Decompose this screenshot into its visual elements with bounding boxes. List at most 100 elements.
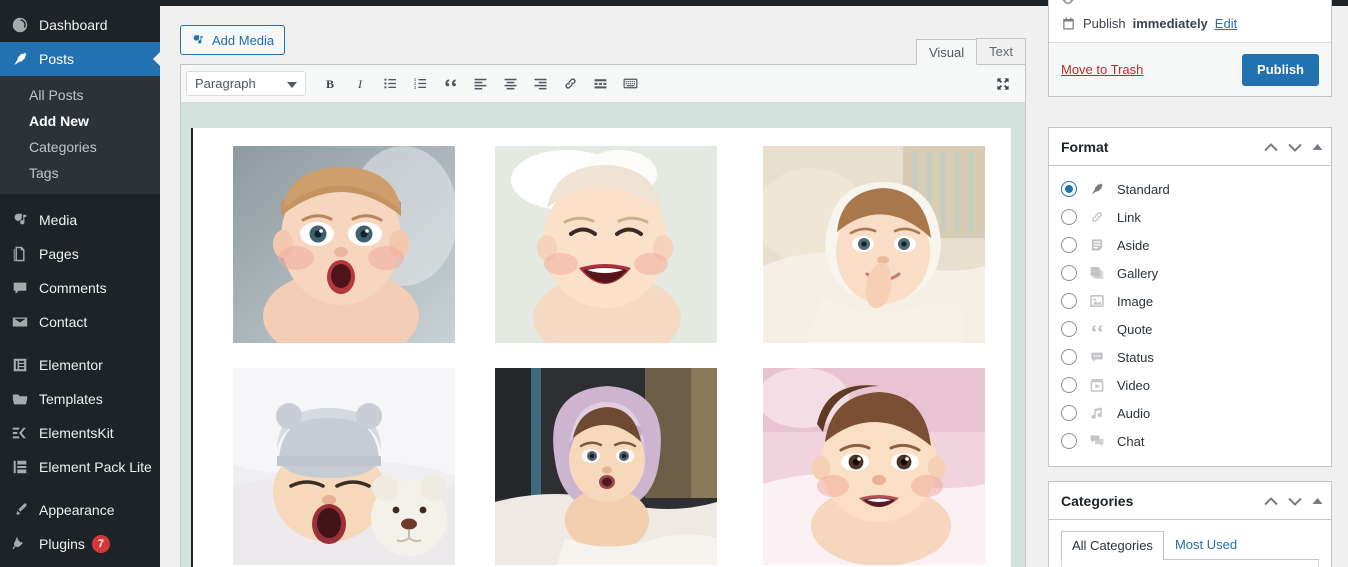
toggle-panel-icon[interactable] — [1312, 497, 1323, 505]
sidebar-item-pages[interactable]: Pages — [0, 237, 160, 271]
format-radio[interactable] — [1061, 377, 1077, 393]
calendar-icon — [1061, 16, 1076, 31]
categories-metabox-title: Categories — [1061, 492, 1134, 509]
add-media-button[interactable]: Add Media — [180, 25, 286, 55]
gallery-image-6[interactable] — [763, 368, 985, 565]
sidebar-item-element-pack-lite[interactable]: Element Pack Lite — [0, 450, 160, 484]
envelope-icon — [10, 312, 30, 332]
sidebar-item-label: Dashboard — [39, 17, 108, 33]
move-up-icon[interactable] — [1264, 142, 1278, 152]
format-option-standard[interactable]: Standard — [1061, 175, 1319, 203]
publish-status-row-cut — [1049, 0, 1331, 7]
publish-schedule-prefix: Publish — [1083, 16, 1126, 31]
sidebar-item-categories[interactable]: Categories — [0, 134, 160, 160]
sidebar-item-contact[interactable]: Contact — [0, 305, 160, 339]
tab-visual[interactable]: Visual — [915, 39, 978, 65]
svg-text:3: 3 — [413, 85, 416, 90]
gallery-image-1[interactable] — [233, 146, 455, 343]
format-radio[interactable] — [1061, 433, 1077, 449]
format-radio[interactable] — [1061, 181, 1077, 197]
edit-schedule-link[interactable]: Edit — [1215, 16, 1237, 31]
sidebar-item-media[interactable]: Media — [0, 203, 160, 237]
gallery-image-3[interactable] — [763, 146, 985, 343]
plugins-update-badge: 7 — [91, 535, 110, 553]
sidebar-item-all-posts[interactable]: All Posts — [0, 82, 160, 108]
tab-text[interactable]: Text — [976, 38, 1026, 64]
format-option-video[interactable]: Video — [1061, 371, 1319, 399]
numbered-list-button[interactable]: 123 — [406, 70, 434, 98]
distraction-free-button[interactable] — [989, 70, 1017, 98]
video-icon — [1087, 375, 1107, 395]
align-center-button[interactable] — [496, 70, 524, 98]
editor-formatting-toolbar: Paragraph B I 123 — [180, 64, 1026, 103]
format-option-chat[interactable]: Chat — [1061, 427, 1319, 455]
sidebar-item-label: Comments — [39, 280, 107, 296]
sidebar-item-elementskit[interactable]: ElementsKit — [0, 416, 160, 450]
plug-icon — [10, 534, 30, 554]
format-option-label: Video — [1117, 377, 1151, 393]
move-down-icon[interactable] — [1288, 143, 1302, 152]
blockquote-button[interactable] — [436, 70, 464, 98]
sidebar-item-tags[interactable]: Tags — [0, 160, 160, 186]
folder-icon — [10, 389, 30, 409]
publish-schedule-row: Publish immediately Edit — [1049, 7, 1331, 42]
align-right-button[interactable] — [526, 70, 554, 98]
format-option-quote[interactable]: Quote — [1061, 315, 1319, 343]
sidebar-item-label: Templates — [39, 391, 103, 407]
format-option-image[interactable]: Image — [1061, 287, 1319, 315]
sidebar-item-appearance[interactable]: Appearance — [0, 493, 160, 527]
comments-icon — [10, 278, 30, 298]
format-radio[interactable] — [1061, 209, 1077, 225]
sidebar-item-posts[interactable]: Posts — [0, 42, 160, 76]
bold-button[interactable]: B — [316, 70, 344, 98]
toggle-panel-icon[interactable] — [1312, 143, 1323, 151]
add-media-icon — [191, 33, 206, 48]
categories-metabox-header: Categories — [1049, 482, 1331, 520]
sidebar-item-elementor[interactable]: Elementor — [0, 348, 160, 382]
format-radio[interactable] — [1061, 405, 1077, 421]
toolbar-toggle-button[interactable] — [616, 70, 644, 98]
tab-most-used[interactable]: Most Used — [1164, 530, 1248, 559]
move-down-icon[interactable] — [1288, 497, 1302, 506]
format-radio[interactable] — [1061, 293, 1077, 309]
editor-content-canvas[interactable] — [180, 103, 1026, 567]
sidebar-item-comments[interactable]: Comments — [0, 271, 160, 305]
tab-all-categories[interactable]: All Categories — [1061, 531, 1164, 560]
format-option-link[interactable]: Link — [1061, 203, 1319, 231]
format-option-audio[interactable]: Audio — [1061, 399, 1319, 427]
sidebar-top-spacer — [0, 0, 160, 8]
editor-mode-tabs: Visual Text — [915, 38, 1026, 65]
move-up-icon[interactable] — [1264, 496, 1278, 506]
format-option-aside[interactable]: Aside — [1061, 231, 1319, 259]
bulleted-list-button[interactable] — [376, 70, 404, 98]
format-option-gallery[interactable]: Gallery — [1061, 259, 1319, 287]
publish-metabox: Publish immediately Edit Move to Trash P… — [1048, 0, 1332, 97]
sidebar-item-plugins[interactable]: Plugins 7 — [0, 527, 160, 561]
format-metabox: Format Standard Link Aside Gallery Image… — [1048, 127, 1332, 467]
format-radio[interactable] — [1061, 265, 1077, 281]
format-metabox-header: Format — [1049, 128, 1331, 166]
pages-icon — [10, 244, 30, 264]
read-more-button[interactable] — [586, 70, 614, 98]
paragraph-style-select[interactable]: Paragraph — [186, 71, 306, 96]
format-options-list: Standard Link Aside Gallery Image Quote … — [1049, 166, 1331, 466]
status-icon — [1087, 347, 1107, 367]
categories-checklist-panel[interactable] — [1061, 560, 1319, 567]
pin-icon — [1087, 179, 1107, 199]
italic-button[interactable]: I — [346, 70, 374, 98]
sidebar-item-dashboard[interactable]: Dashboard — [0, 8, 160, 42]
align-left-button[interactable] — [466, 70, 494, 98]
gallery-image-4[interactable] — [233, 368, 455, 565]
move-to-trash-link[interactable]: Move to Trash — [1061, 62, 1143, 77]
gallery-image-5[interactable] — [495, 368, 717, 565]
format-radio[interactable] — [1061, 321, 1077, 337]
format-option-label: Standard — [1117, 181, 1170, 197]
format-radio[interactable] — [1061, 237, 1077, 253]
gallery-image-2[interactable] — [495, 146, 717, 343]
format-radio[interactable] — [1061, 349, 1077, 365]
format-option-status[interactable]: Status — [1061, 343, 1319, 371]
sidebar-item-templates[interactable]: Templates — [0, 382, 160, 416]
publish-button[interactable]: Publish — [1242, 53, 1319, 86]
link-button[interactable] — [556, 70, 584, 98]
sidebar-item-add-new[interactable]: Add New — [0, 108, 160, 134]
